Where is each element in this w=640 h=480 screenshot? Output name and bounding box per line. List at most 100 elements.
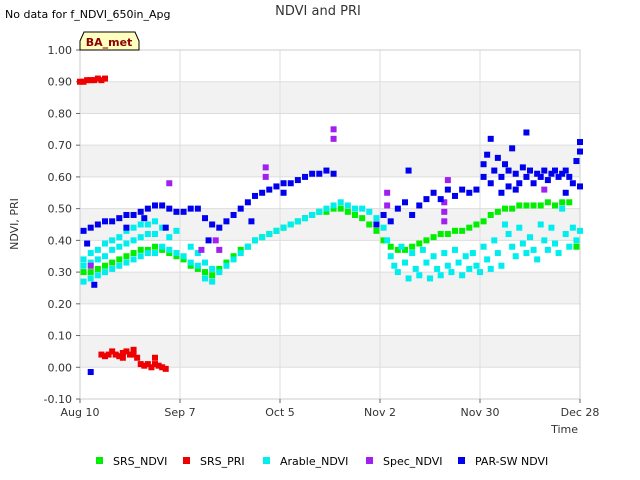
arable-ndvi-point <box>484 256 491 263</box>
arable-ndvi-point <box>541 237 548 244</box>
arable-ndvi-point <box>173 227 180 234</box>
arable-ndvi-point <box>173 250 180 257</box>
arable-ndvi-point <box>387 253 394 260</box>
par-sw-ndvi-point <box>80 227 87 234</box>
arable-ndvi-point <box>137 221 144 228</box>
arable-ndvi-point <box>427 275 433 282</box>
srs-ndvi-point <box>516 202 523 209</box>
par-sw-ndvi-point <box>577 139 583 146</box>
arable-ndvi-point <box>527 234 533 241</box>
arable-ndvi-point <box>437 272 444 279</box>
srs-pri-point <box>102 75 108 82</box>
y-tick-label: 0.00 <box>48 361 73 374</box>
par-sw-ndvi-point <box>209 221 216 228</box>
arable-ndvi-point <box>280 224 287 231</box>
srs-ndvi-point <box>366 221 373 228</box>
par-sw-ndvi-point <box>380 211 387 218</box>
arable-ndvi-point <box>452 246 458 253</box>
legend-label-arable-ndvi: Arable_NDVI <box>280 455 348 468</box>
srs-ndvi-point <box>123 253 130 260</box>
srs-ndvi-point <box>373 227 380 234</box>
par-sw-ndvi-point <box>537 173 544 180</box>
par-sw-ndvi-point <box>244 199 251 206</box>
arable-ndvi-point <box>559 205 566 212</box>
arable-ndvi-point <box>416 272 423 279</box>
arable-ndvi-point <box>359 205 366 212</box>
par-sw-ndvi-point <box>437 196 444 203</box>
par-sw-ndvi-point <box>487 135 494 142</box>
srs-ndvi-point <box>344 208 351 215</box>
par-sw-ndvi-point <box>487 180 494 187</box>
par-sw-ndvi-point <box>509 145 516 152</box>
arable-ndvi-point <box>223 262 230 269</box>
srs-ndvi-point <box>116 256 123 263</box>
arable-ndvi-point <box>152 250 158 257</box>
arable-ndvi-point <box>152 231 158 238</box>
arable-ndvi-point <box>123 240 130 247</box>
par-sw-ndvi-point <box>502 161 508 168</box>
arable-ndvi-point <box>498 262 505 269</box>
srs-pri-point <box>152 354 158 361</box>
arable-ndvi-point <box>102 240 108 247</box>
legend-swatch-srs-pri <box>183 457 190 464</box>
arable-ndvi-point <box>562 231 569 238</box>
arable-ndvi-point <box>566 243 573 250</box>
spec-ndvi-point <box>262 173 269 180</box>
par-sw-ndvi-point <box>387 218 394 225</box>
par-sw-ndvi-point <box>294 177 301 184</box>
par-sw-ndvi-point <box>223 218 230 225</box>
y-tick-label: 0.40 <box>48 234 73 247</box>
arable-ndvi-point <box>534 256 541 263</box>
par-sw-ndvi-point <box>405 167 412 174</box>
par-sw-ndvi-point <box>484 151 491 158</box>
srs-ndvi-point <box>559 199 566 206</box>
spec-ndvi-point <box>330 135 337 142</box>
spec-ndvi-point <box>212 237 219 244</box>
legend-label-spec-ndvi: Spec_NDVI <box>383 455 443 468</box>
spec-ndvi-point <box>166 180 173 187</box>
par-sw-ndvi-point <box>91 281 98 288</box>
srs-ndvi-point <box>487 211 494 218</box>
par-sw-ndvi-point <box>577 183 583 190</box>
arable-ndvi-point <box>202 275 208 282</box>
par-sw-ndvi-point <box>252 192 258 199</box>
srs-ndvi-point <box>94 265 101 272</box>
spec-ndvi-point <box>262 164 269 171</box>
arable-ndvi-point <box>94 246 101 253</box>
x-tick-label: Dec 28 <box>561 406 600 419</box>
arable-ndvi-point <box>548 224 555 231</box>
arable-ndvi-point <box>462 253 469 260</box>
arable-ndvi-point <box>552 240 558 247</box>
y-tick-label: 0.20 <box>48 298 73 311</box>
arable-ndvi-point <box>337 199 344 206</box>
no-data-note: No data for f_NDVI_650in_Apg <box>5 8 171 21</box>
srs-ndvi-point <box>573 243 580 250</box>
arable-ndvi-point <box>530 246 537 253</box>
par-sw-ndvi-point <box>444 186 451 193</box>
srs-ndvi-point <box>473 221 480 228</box>
arable-ndvi-point <box>209 265 216 272</box>
par-sw-ndvi-point <box>494 154 501 161</box>
legend-swatch-srs-ndvi <box>96 457 103 464</box>
srs-ndvi-point <box>530 202 537 209</box>
arable-ndvi-point <box>330 202 337 209</box>
arable-ndvi-point <box>473 262 480 269</box>
arable-ndvi-point <box>80 278 87 285</box>
par-sw-ndvi-point <box>248 218 255 225</box>
arable-ndvi-point <box>130 224 137 231</box>
spec-ndvi-point <box>384 189 391 196</box>
srs-ndvi-point <box>102 262 108 269</box>
y-tick-label: 0.80 <box>48 107 73 120</box>
arable-ndvi-point <box>309 211 316 218</box>
arable-ndvi-point <box>391 262 398 269</box>
par-sw-ndvi-point <box>409 211 416 218</box>
par-sw-ndvi-point <box>523 129 530 136</box>
arable-ndvi-point <box>577 227 583 234</box>
par-sw-ndvi-point <box>302 173 308 180</box>
arable-ndvi-point <box>94 272 101 279</box>
srs-pri-point <box>162 365 169 372</box>
arable-ndvi-point <box>137 234 144 241</box>
par-sw-ndvi-point <box>562 167 569 174</box>
arable-ndvi-point <box>405 275 412 282</box>
arable-ndvi-point <box>466 265 473 272</box>
